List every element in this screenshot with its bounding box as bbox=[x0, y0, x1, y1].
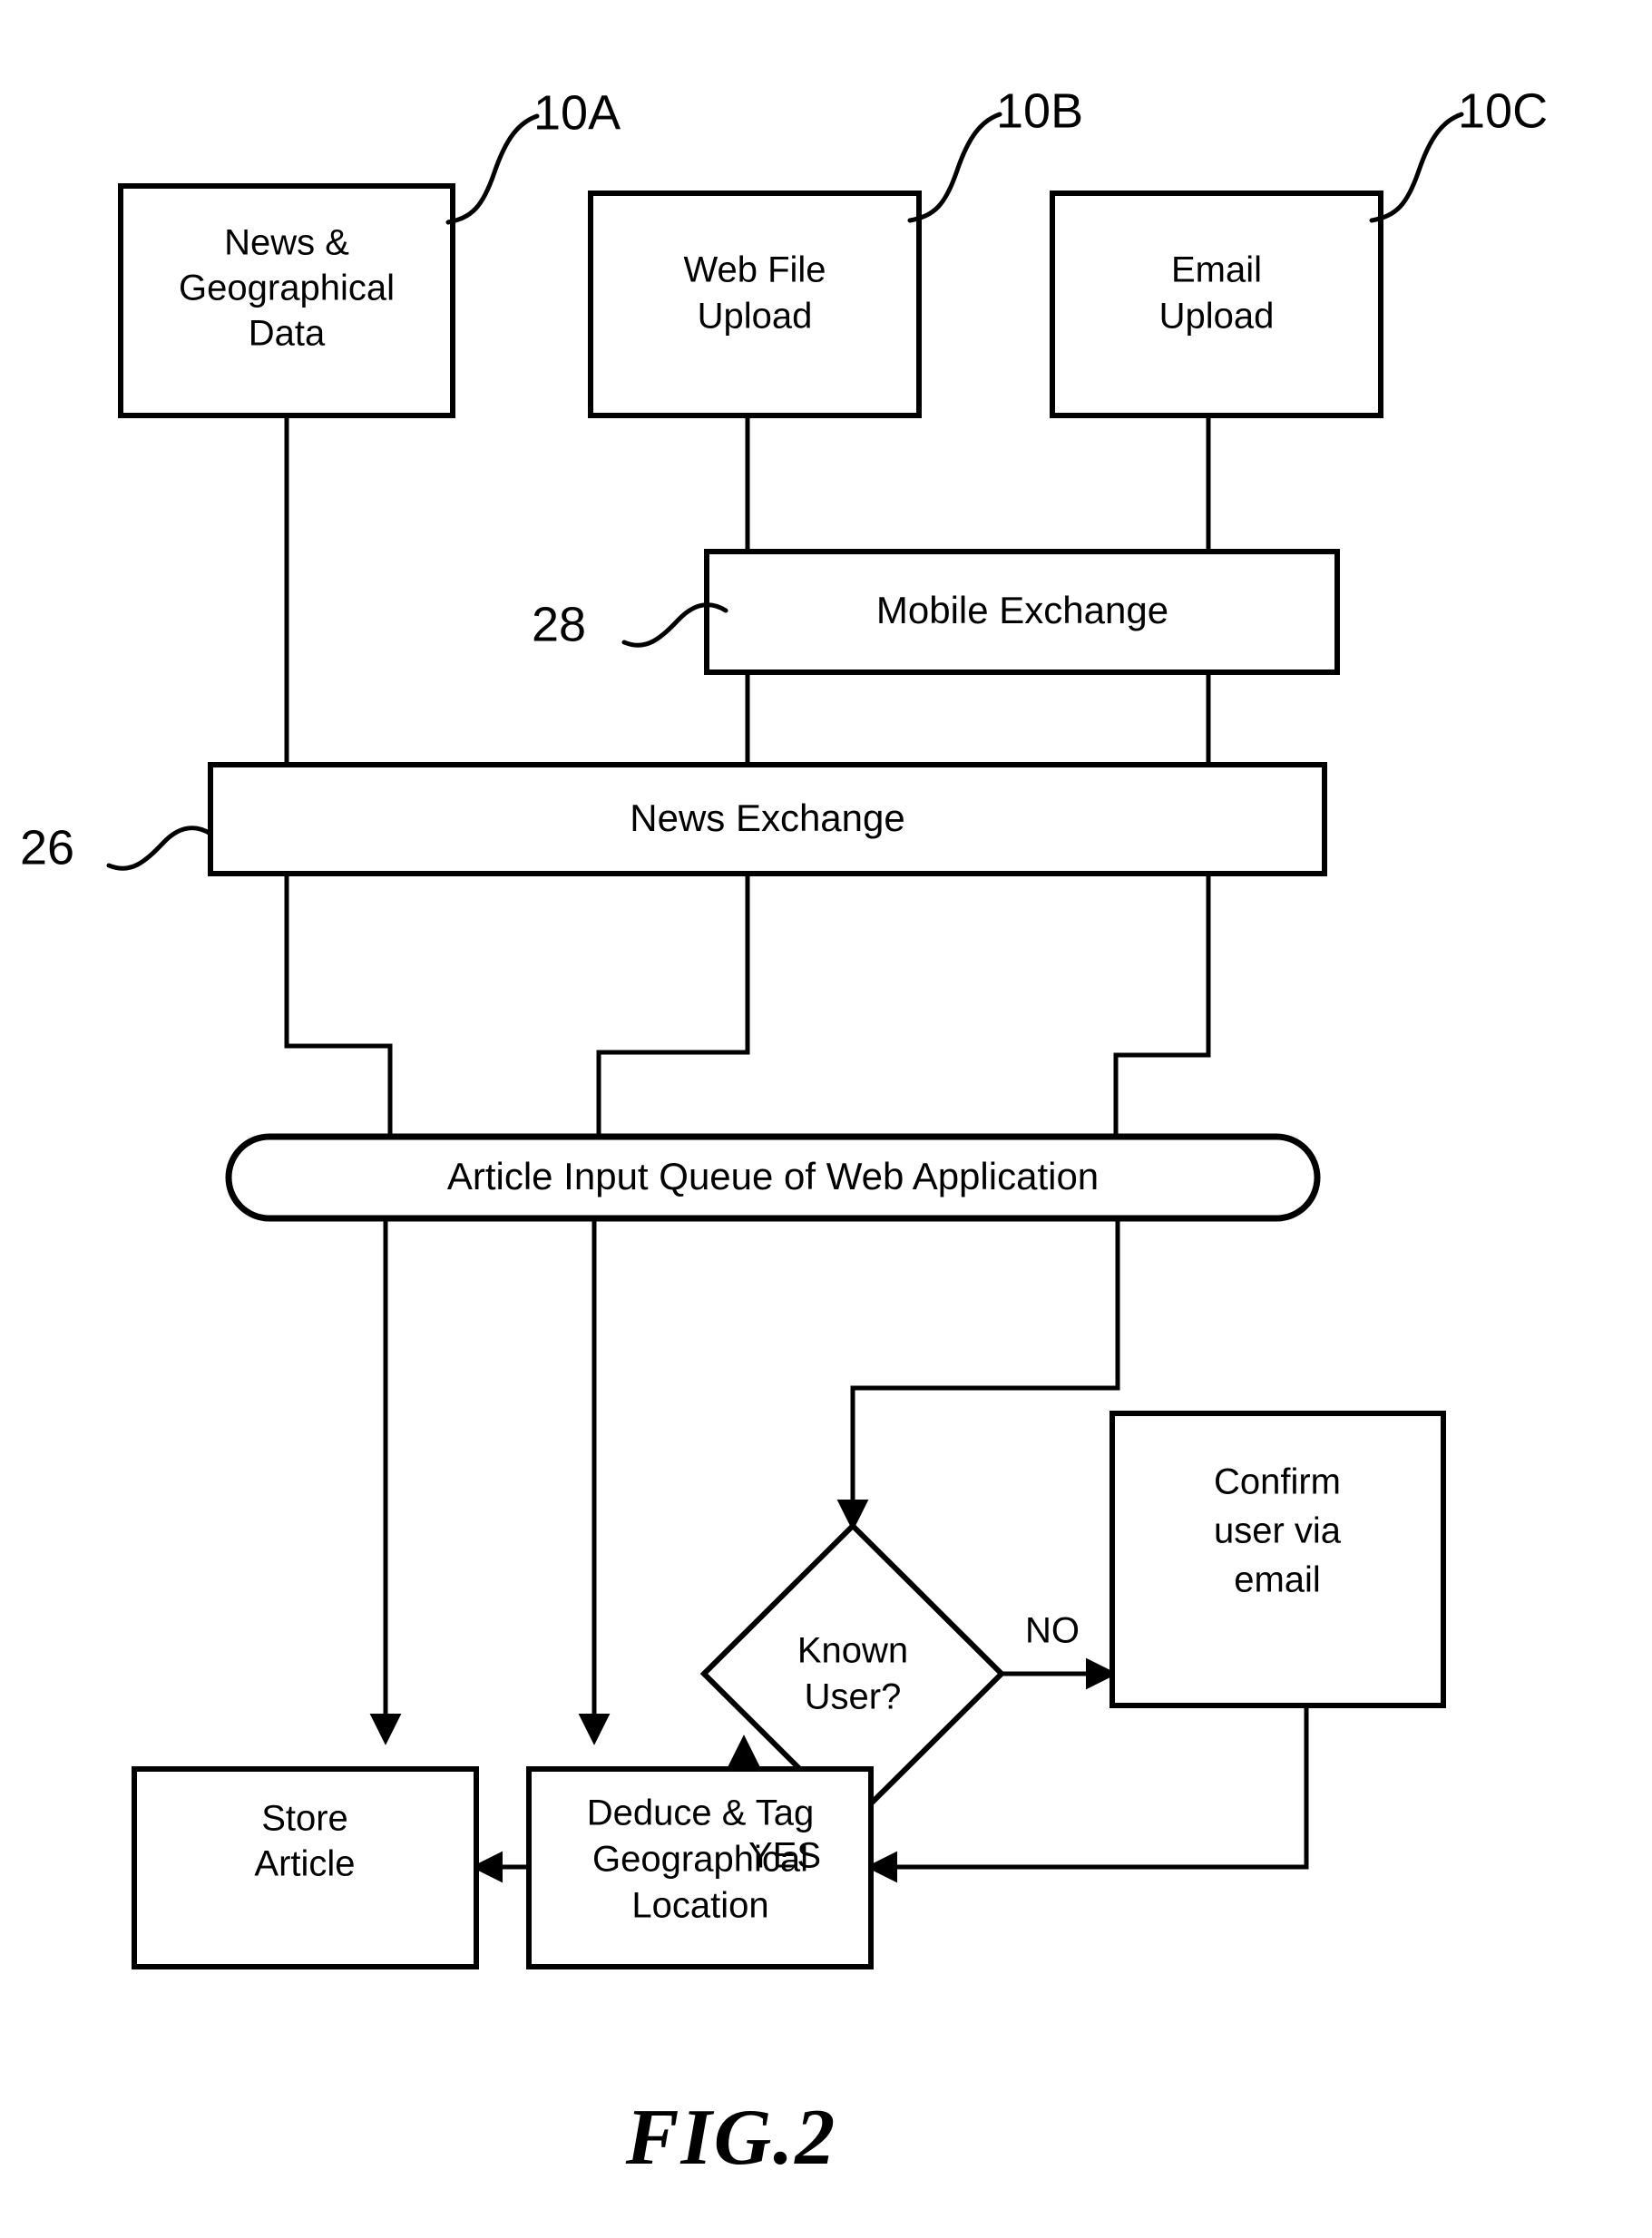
patent-figure: Confirm user via email --> Deduce & Tag … bbox=[0, 0, 1652, 2238]
node-store-article-line-1: Store bbox=[261, 1799, 348, 1839]
node-email-upload-line-2: Upload bbox=[1159, 297, 1275, 337]
node-email-upload-line-1: Email bbox=[1171, 250, 1262, 290]
figure-caption: FIG.2 bbox=[625, 2094, 837, 2182]
node-news-geographical-data-line-2: Geographical bbox=[179, 269, 395, 308]
node-article-input-queue-label: Article Input Queue of Web Application bbox=[447, 1155, 1099, 1197]
node-confirm-user-line-3: email bbox=[1234, 1560, 1321, 1600]
node-web-file-upload[interactable]: Web File Upload bbox=[588, 191, 922, 418]
ref-label-10a: 10A bbox=[533, 85, 621, 140]
node-mobile-exchange-label: Mobile Exchange bbox=[876, 589, 1168, 631]
node-web-file-upload-line-1: Web File bbox=[683, 250, 826, 290]
edge-label-yes: YES bbox=[748, 1836, 821, 1876]
node-confirm-user-line-1: Confirm bbox=[1214, 1462, 1341, 1502]
connector-newsexchange-to-queue-right bbox=[1113, 874, 1211, 1137]
node-known-user-line-2: User? bbox=[805, 1677, 902, 1717]
connector-queue-to-knownuser bbox=[836, 1218, 1120, 1531]
node-mobile-exchange[interactable]: Mobile Exchange bbox=[704, 549, 1340, 675]
node-news-geographical-data[interactable]: News & Geographical Data bbox=[118, 183, 455, 418]
ref-label-10b: 10B bbox=[996, 83, 1083, 138]
node-store-article[interactable]: Store Article bbox=[132, 1766, 479, 1969]
node-deduce-tag-line-3: Location bbox=[631, 1886, 768, 1926]
node-news-geographical-data-line-1: News & bbox=[224, 223, 349, 263]
ref-label-10c: 10C bbox=[1458, 83, 1548, 138]
leader-line-10b bbox=[907, 112, 1002, 223]
leader-line-10a bbox=[445, 113, 540, 225]
leader-line-26 bbox=[106, 826, 213, 871]
ref-label-26: 26 bbox=[20, 820, 74, 875]
node-store-article-line-2: Article bbox=[254, 1844, 355, 1884]
node-deduce-tag-line-1: Deduce & Tag bbox=[587, 1793, 815, 1833]
node-news-geographical-data-line-3: Data bbox=[249, 314, 326, 354]
node-news-exchange-label: News Exchange bbox=[630, 796, 905, 839]
node-known-user-line-1: Known bbox=[797, 1631, 908, 1671]
node-confirm-user-via-email[interactable]: Confirm user via email bbox=[1109, 1411, 1446, 1708]
node-web-file-upload-line-2: Upload bbox=[698, 297, 813, 337]
flow-diagram: Confirm user via email --> Deduce & Tag … bbox=[20, 83, 1548, 2182]
edge-label-no: NO bbox=[1025, 1611, 1080, 1651]
ref-label-28: 28 bbox=[532, 597, 586, 651]
node-email-upload[interactable]: Email Upload bbox=[1050, 191, 1383, 418]
connector-newsexchange-to-queue-left bbox=[284, 874, 393, 1137]
connector-newsexchange-to-queue-middle bbox=[596, 874, 750, 1137]
node-confirm-user-line-2: user via bbox=[1214, 1511, 1342, 1551]
leader-line-10c bbox=[1369, 112, 1464, 223]
node-news-exchange[interactable]: News Exchange bbox=[208, 762, 1327, 876]
node-article-input-queue[interactable]: Article Input Queue of Web Application bbox=[225, 1133, 1321, 1222]
